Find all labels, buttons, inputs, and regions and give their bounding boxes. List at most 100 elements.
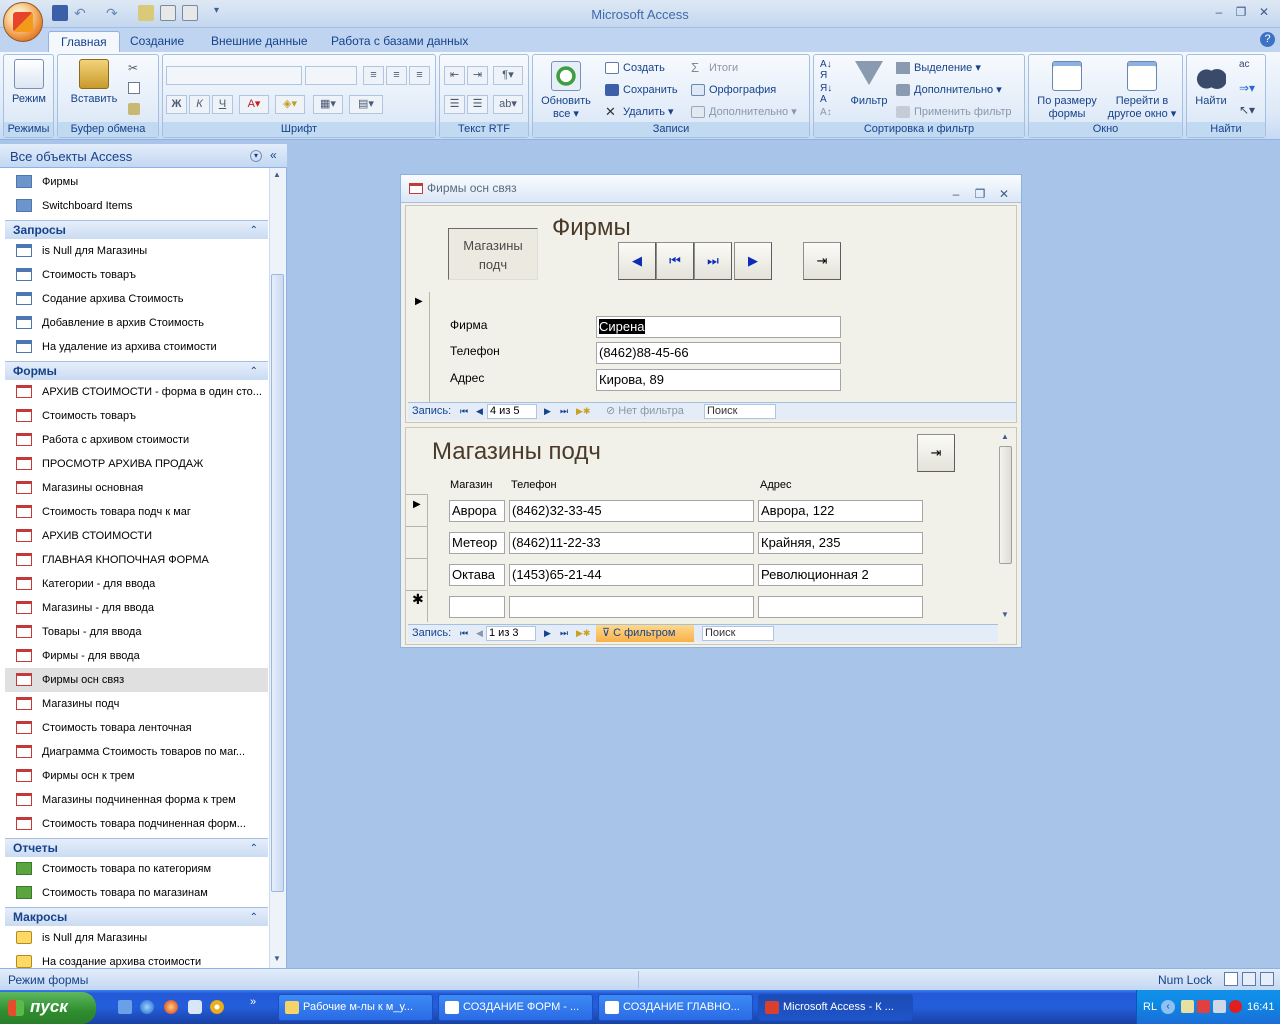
language-indicator[interactable]: RL — [1143, 1001, 1157, 1013]
new-record-button[interactable]: Создать — [605, 60, 665, 76]
sort-descending-icon[interactable]: Я↓ A — [820, 83, 832, 105]
paste-button[interactable]: Вставить — [64, 59, 124, 106]
section-reports[interactable]: Отчеты ⌃ — [5, 838, 268, 857]
nav-item[interactable]: Товары - для ввода — [5, 620, 268, 644]
goto-icon[interactable]: ⇒▾ — [1239, 81, 1255, 95]
nav-scroll-thumb[interactable] — [271, 274, 284, 892]
quicklaunch-more-icon[interactable]: » — [250, 996, 256, 1008]
collapse-chevron-icon[interactable]: ⌃ — [250, 908, 258, 927]
nav-item[interactable]: Стоимость товара подч к маг — [5, 500, 268, 524]
main-last-icon[interactable]: ⏭ — [560, 403, 568, 420]
filter-button[interactable]: Фильтр — [844, 61, 894, 108]
view-button[interactable]: Режим — [8, 59, 50, 106]
nav-item[interactable]: is Null для Магазины — [5, 926, 268, 950]
close-form-button[interactable]: ⇥ — [803, 242, 841, 280]
tray-antivirus-icon[interactable] — [1229, 1000, 1242, 1013]
select-icon[interactable]: ↖▾ — [1239, 103, 1255, 117]
font-name-combo[interactable] — [166, 66, 302, 85]
nav-item[interactable]: Стоимость товаръ — [5, 263, 268, 287]
align-right-icon[interactable]: ≡ — [409, 66, 430, 85]
layout-view-status-icon[interactable] — [1242, 972, 1256, 986]
first-record-button[interactable]: ⏮ — [656, 242, 694, 280]
align-center-icon[interactable]: ≡ — [386, 66, 407, 85]
opera-icon[interactable] — [164, 1000, 178, 1014]
main-new-record-icon[interactable]: ▶✱ — [576, 403, 590, 420]
nav-item[interactable]: Switchboard Items — [5, 194, 268, 218]
office-button[interactable] — [3, 2, 43, 42]
find-button[interactable]: Найти — [1189, 61, 1233, 108]
design-view-status-icon[interactable] — [1260, 972, 1274, 986]
tray-security-icon[interactable] — [1197, 1000, 1210, 1013]
tab-home[interactable]: Главная — [48, 31, 120, 52]
nav-item[interactable]: Магазины подч — [5, 692, 268, 716]
tab-database-tools[interactable]: Работа с базами данных — [319, 31, 480, 52]
start-button[interactable]: пуск — [0, 992, 96, 1024]
totals-button[interactable]: Σ Итоги — [691, 60, 738, 76]
bold-button[interactable]: Ж — [166, 95, 187, 114]
nav-item[interactable]: Магазины - для ввода — [5, 596, 268, 620]
numbering-icon[interactable]: ☰ — [467, 95, 488, 114]
sub-filter-status[interactable]: ⊽ С фильтром — [596, 625, 694, 642]
tray-app-icon[interactable] — [1181, 1000, 1194, 1013]
row-2-phone[interactable]: (1453)65-21-44 — [509, 564, 754, 586]
nav-item[interactable]: Магазины подчиненная форма к трем — [5, 788, 268, 812]
nav-collapse-icon[interactable]: « — [270, 148, 277, 162]
new-row-shop[interactable] — [449, 596, 505, 618]
close-icon[interactable]: ✕ — [1253, 5, 1275, 21]
nav-item[interactable]: Фирмы осн к трем — [5, 764, 268, 788]
address-field[interactable]: Кирова, 89 — [596, 369, 841, 391]
advanced-filter-button[interactable]: Дополнительно ▾ — [896, 82, 1002, 98]
tab-create[interactable]: Создание — [118, 31, 196, 52]
row-0-shop[interactable]: Аврора — [449, 500, 505, 522]
sub-next-icon[interactable]: ▶ — [544, 625, 551, 642]
record-selector[interactable]: ▶ — [408, 292, 430, 402]
main-next-icon[interactable]: ▶ — [544, 403, 551, 420]
sub-new-record-icon[interactable]: ▶✱ — [576, 625, 590, 642]
main-record-position[interactable]: 4 из 5 — [487, 404, 537, 419]
copy-icon[interactable] — [128, 82, 140, 94]
nav-scroll-down-icon[interactable]: ▼ — [273, 954, 281, 963]
row-0-address[interactable]: Аврора, 122 — [758, 500, 923, 522]
task-access[interactable]: Microsoft Access - К ... — [758, 994, 913, 1021]
replace-icon[interactable]: ac — [1239, 59, 1250, 70]
nav-item[interactable]: Добавление в архив Стоимость — [5, 311, 268, 335]
task-word-2[interactable]: СОЗДАНИЕ ГЛАВНО... — [598, 994, 753, 1021]
paragraph-icon[interactable]: ¶▾ — [493, 66, 523, 85]
nav-item[interactable]: Стоимость товара по магазинам — [5, 881, 268, 905]
subform-scroll-up-icon[interactable]: ▲ — [1001, 432, 1009, 441]
next-record-button[interactable]: ▶ — [734, 242, 772, 280]
prev-record-button[interactable]: ◀ — [618, 242, 656, 280]
nav-scroll-up-icon[interactable]: ▲ — [273, 170, 281, 179]
row-1-address[interactable]: Крайняя, 235 — [758, 532, 923, 554]
tab-external-data[interactable]: Внешние данные — [199, 31, 320, 52]
quicklaunch-app-icon[interactable] — [188, 1000, 202, 1014]
task-folder[interactable]: Рабочие м-лы к м_у... — [278, 994, 433, 1021]
subform-scroll-down-icon[interactable]: ▼ — [1001, 610, 1009, 619]
main-filter-status[interactable]: ⊘ Нет фильтра — [606, 403, 684, 420]
row-1-shop[interactable]: Метеор — [449, 532, 505, 554]
sort-ascending-icon[interactable]: A↓ Я — [820, 59, 832, 81]
save-record-button[interactable]: Сохранить — [605, 82, 678, 98]
fill-color-icon[interactable]: ◈▾ — [275, 95, 305, 114]
nav-item[interactable]: АРХИВ СТОИМОСТИ — [5, 524, 268, 548]
indent-decrease-icon[interactable]: ⇤ — [444, 66, 465, 85]
collapse-chevron-icon[interactable]: ⌃ — [250, 221, 258, 240]
section-forms[interactable]: Формы ⌃ — [5, 361, 268, 380]
new-row-address[interactable] — [758, 596, 923, 618]
nav-item[interactable]: На удаление из архива стоимости — [5, 335, 268, 359]
selection-button[interactable]: Выделение ▾ — [896, 60, 981, 76]
nav-item[interactable]: Категории - для ввода — [5, 572, 268, 596]
nav-item[interactable]: Содание архива Стоимость — [5, 287, 268, 311]
row-2-address[interactable]: Революционная 2 — [758, 564, 923, 586]
form-close-icon[interactable]: ✕ — [995, 181, 1013, 207]
format-painter-icon[interactable] — [128, 103, 140, 115]
tray-network-icon[interactable] — [1213, 1000, 1226, 1013]
nav-item[interactable]: is Null для Магазины — [5, 239, 268, 263]
gridlines-icon[interactable]: ▦▾ — [313, 95, 343, 114]
section-queries[interactable]: Запросы ⌃ — [5, 220, 268, 239]
highlight-icon[interactable]: ab▾ — [493, 95, 523, 114]
sub-current-record-icon[interactable]: ▶ — [413, 499, 421, 510]
nav-item[interactable]: Стоимость товара подчиненная форм... — [5, 812, 268, 836]
switch-windows-button[interactable]: Перейти в другое окно ▾ — [1103, 61, 1181, 121]
sub-first-icon[interactable]: ⏮ — [460, 625, 468, 642]
